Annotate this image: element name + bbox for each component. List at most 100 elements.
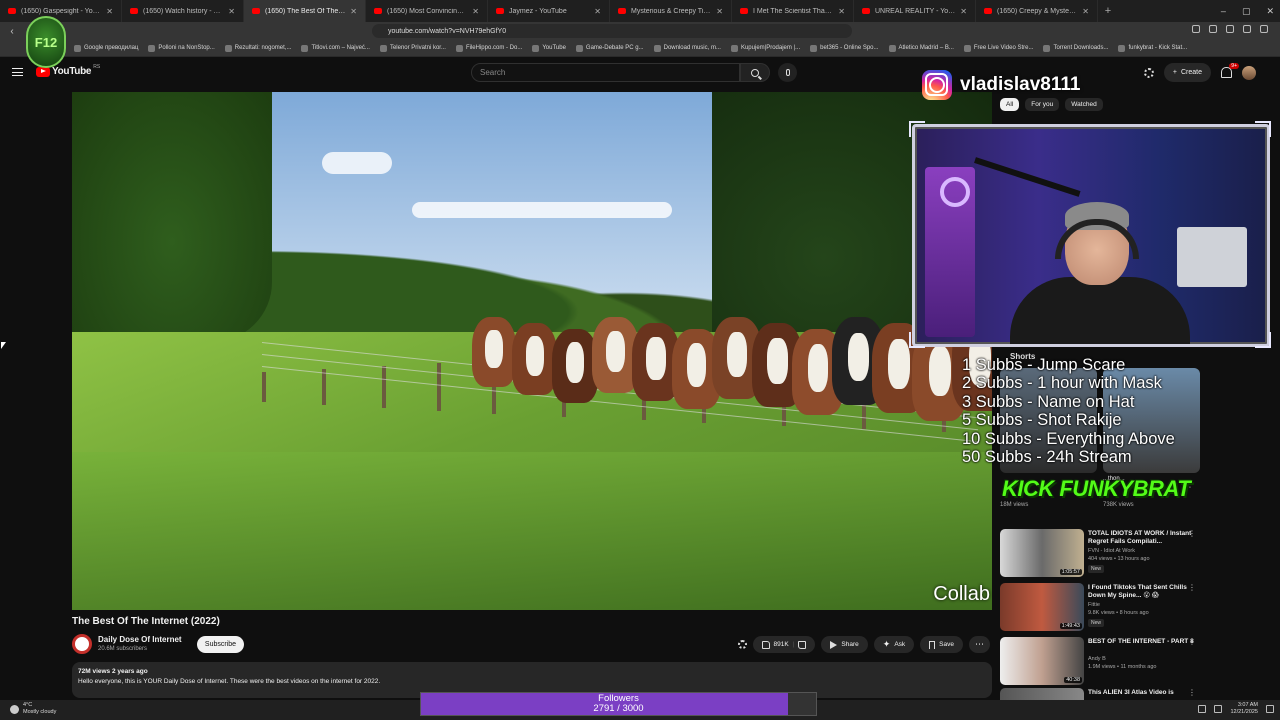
tab-close-icon[interactable]: ✕ xyxy=(106,7,113,16)
video-thumbnail[interactable]: 1:05:57 xyxy=(1000,529,1084,577)
recommended-video[interactable]: 1:05:57 TOTAL IDIOTS AT WORK / Instant Re… xyxy=(1000,529,1210,579)
bookmark-item[interactable]: FileHippo.com - Do... xyxy=(455,44,522,52)
close-window-icon[interactable]: ✕ xyxy=(1266,6,1274,17)
browser-tab[interactable]: (1650) Gaspesight - YouTube ✕ xyxy=(0,0,122,22)
tab-close-icon[interactable]: ✕ xyxy=(594,7,601,16)
bookmark-label: Game-Debate PC g... xyxy=(585,45,644,51)
video-title[interactable]: This ALIEN 3I Atlas Video is xyxy=(1088,689,1194,697)
tab-close-icon[interactable]: ✕ xyxy=(1082,7,1089,16)
recommended-video[interactable]: 40:38 BEST OF THE INTERNET - PART 8 Andy B… xyxy=(1000,637,1210,687)
bookmark-icon[interactable] xyxy=(1209,25,1217,33)
bookmark-favicon-icon xyxy=(1118,44,1126,52)
bookmark-favicon-icon xyxy=(963,44,971,52)
tab-close-icon[interactable]: ✕ xyxy=(960,7,967,16)
tab-close-icon[interactable]: ✕ xyxy=(838,7,845,16)
tab-close-icon[interactable]: ✕ xyxy=(472,7,479,16)
video-title[interactable]: I Found Tiktoks That Sent Chills Down My… xyxy=(1088,584,1194,600)
video-thumbnail[interactable]: 40:38 xyxy=(1000,637,1084,685)
more-options-icon[interactable]: ⋮ xyxy=(1188,637,1196,646)
thumbs-down-icon[interactable] xyxy=(798,640,807,649)
tab-close-icon[interactable]: ✕ xyxy=(716,7,723,16)
bookmark-item[interactable]: Torrent Downloads... xyxy=(1043,44,1109,52)
bookmark-item[interactable]: Google преводилац xyxy=(74,44,138,52)
browser-tab[interactable]: I Met The Scientist That Scanned Re ✕ xyxy=(732,0,854,22)
tab-close-icon[interactable]: ✕ xyxy=(228,7,235,16)
menu-icon[interactable] xyxy=(1260,25,1268,33)
network-icon[interactable] xyxy=(1198,705,1207,713)
bookmark-label: funkybrat - Kick Stat... xyxy=(1128,45,1188,51)
save-button[interactable]: Save xyxy=(920,636,963,653)
video-title[interactable]: TOTAL IDIOTS AT WORK / Instant Regret Fa… xyxy=(1088,530,1194,546)
video-channel[interactable]: FVN - Idiot At Work xyxy=(1088,548,1135,554)
bookmark-item[interactable]: Download music, m... xyxy=(653,44,721,52)
video-channel[interactable]: Andy B xyxy=(1088,656,1106,662)
bookmark-item[interactable]: Kupujem|Prodajem |... xyxy=(730,44,800,52)
bookmark-item[interactable]: Telenor Privatni kor... xyxy=(379,44,446,52)
volume-icon[interactable] xyxy=(1214,705,1223,713)
webcam-mic-arm xyxy=(974,157,1081,197)
video-views: 404 views • 13 hours ago xyxy=(1088,556,1150,562)
extension-icon[interactable] xyxy=(1192,25,1200,33)
bookmark-item[interactable]: bet365 - Online Spo... xyxy=(810,44,879,52)
more-options-icon[interactable]: ⋮ xyxy=(1188,529,1196,538)
minimize-icon[interactable]: – xyxy=(1221,6,1226,16)
sub-goal-line: 10 Subbs - Everything Above xyxy=(962,429,1175,448)
bookmark-item[interactable]: YouTube xyxy=(532,44,566,52)
search-input[interactable]: Search xyxy=(471,63,740,82)
hamburger-menu-icon[interactable] xyxy=(12,68,23,76)
bookmark-item[interactable]: Polloni na NonStop... xyxy=(148,44,215,52)
sidebar-icon[interactable] xyxy=(1226,25,1234,33)
browser-tab[interactable]: (1650) Creepy & Mysterious Videos ✕ xyxy=(976,0,1098,22)
clock[interactable]: 3:07 AM 12/21/2025 xyxy=(1230,702,1258,716)
weather-widget[interactable]: 4°C Mostly cloudy xyxy=(10,702,56,716)
browser-tab[interactable]: Jaymez - YouTube ✕ xyxy=(488,0,610,22)
more-actions-button[interactable]: ⋯ xyxy=(969,636,990,653)
more-options-icon[interactable]: ⋮ xyxy=(1188,583,1196,592)
bookmark-item[interactable]: funkybrat - Kick Stat... xyxy=(1118,44,1188,52)
bookmark-item[interactable]: Free Live Video Stre... xyxy=(963,44,1033,52)
cast-icon[interactable] xyxy=(1143,67,1154,78)
bookmark-label: Torrent Downloads... xyxy=(1053,45,1109,51)
video-player[interactable]: Collab xyxy=(72,92,992,610)
maximize-icon[interactable]: ▢ xyxy=(1242,6,1251,17)
subscribe-button[interactable]: Subscribe xyxy=(197,636,244,653)
more-options-icon[interactable]: ⋮ xyxy=(1188,688,1196,697)
recommended-video[interactable]: 1:49:43 I Found Tiktoks That Sent Chills … xyxy=(1000,583,1210,633)
back-arrow-icon[interactable]: ‹ xyxy=(0,26,24,37)
account-avatar[interactable] xyxy=(1242,65,1256,80)
create-button[interactable]: + Create xyxy=(1163,63,1211,82)
mouse-cursor-icon xyxy=(1,342,6,349)
sparkle-icon[interactable] xyxy=(737,640,747,649)
sub-goal-line: 1 Subbs - Jump Scare xyxy=(962,356,1126,374)
video-thumbnail[interactable]: 1:49:43 xyxy=(1000,583,1084,631)
channel-avatar[interactable] xyxy=(72,634,92,654)
bookmark-item[interactable]: Rezultati: nogomet,... xyxy=(224,44,291,52)
browser-tab[interactable]: UNREAL REALITY - YouTube ✕ xyxy=(854,0,976,22)
browser-tab[interactable]: (1650) Watch history - YouTube ✕ xyxy=(122,0,244,22)
voice-search-button[interactable] xyxy=(778,63,797,82)
youtube-favicon-icon xyxy=(496,8,504,14)
notifications-bell-icon[interactable]: 9+ xyxy=(1221,63,1239,78)
cow-face xyxy=(767,338,788,385)
browser-tab[interactable]: (1650) The Best Of The Interne ✕ xyxy=(244,0,366,22)
notification-center-icon[interactable] xyxy=(1266,705,1274,713)
webcam-streamer-body xyxy=(1010,277,1190,344)
bookmark-item[interactable]: Atletico Madrid – B... xyxy=(888,44,954,52)
video-title[interactable]: BEST OF THE INTERNET - PART 8 xyxy=(1088,638,1194,646)
channel-name[interactable]: Daily Dose Of Internet xyxy=(98,635,182,644)
browser-tab[interactable]: Mysterious & Creepy TikToks That'll ✕ xyxy=(610,0,732,22)
profile-icon[interactable] xyxy=(1243,25,1251,33)
share-button[interactable]: Share xyxy=(821,636,868,653)
new-tab-button[interactable]: + xyxy=(1098,5,1118,17)
like-button[interactable]: 891K | xyxy=(752,636,816,653)
url-field[interactable]: youtube.com/watch?v=NVH79ehGfY0 xyxy=(372,24,852,38)
video-channel[interactable]: Fittie xyxy=(1088,602,1100,608)
bookmark-item[interactable]: Game-Debate PC g... xyxy=(575,44,644,52)
tab-close-icon[interactable]: ✕ xyxy=(350,7,357,16)
tab-title: (1650) Gaspesight - YouTube xyxy=(21,7,101,15)
search-button[interactable] xyxy=(740,63,770,82)
browser-tab[interactable]: (1650) Most Convincing Evidence Of ✕ xyxy=(366,0,488,22)
bookmark-item[interactable]: Titlovi.com – Najveć... xyxy=(301,44,370,52)
bookmark-favicon-icon xyxy=(224,44,232,52)
ask-button[interactable]: ✦ Ask xyxy=(873,636,915,653)
